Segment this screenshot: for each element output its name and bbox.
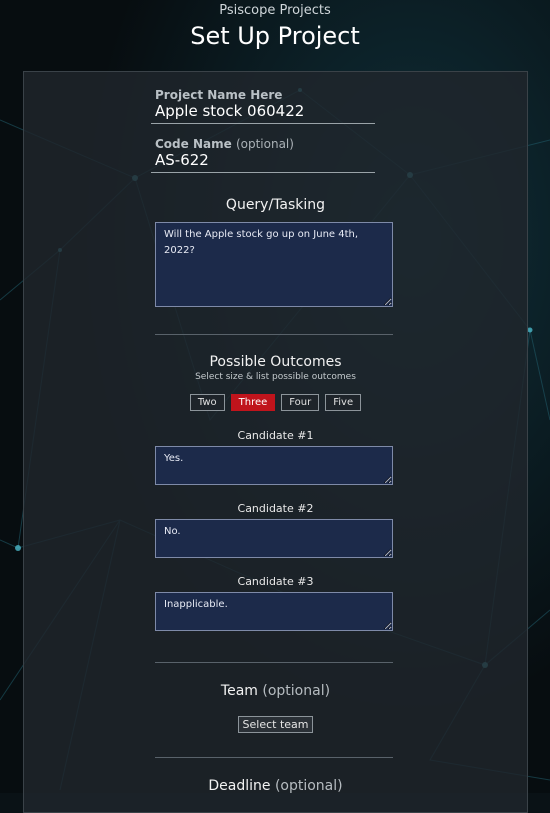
- code-name-input[interactable]: AS-622: [151, 151, 375, 173]
- size-three-button[interactable]: Three: [230, 394, 276, 411]
- deadline-title-text: Deadline: [208, 778, 271, 794]
- divider: [155, 334, 393, 335]
- candidate-2-label: Candidate #2: [237, 502, 314, 515]
- optional-hint: (optional): [262, 683, 331, 699]
- code-name-label: Code Name (optional): [151, 137, 375, 151]
- outcome-size-selector: Two Three Four Five: [24, 394, 527, 411]
- brand-name: Psiscope Projects: [219, 3, 331, 18]
- candidate-3-textarea[interactable]: Inapplicable.: [155, 592, 393, 631]
- code-name-label-text: Code Name: [155, 137, 232, 151]
- outcomes-subtitle: Select size & list possible outcomes: [195, 372, 356, 382]
- page-title: Set Up Project: [190, 22, 360, 50]
- candidate-1-textarea[interactable]: Yes.: [155, 446, 393, 485]
- project-name-field[interactable]: Project Name Here Apple stock 060422: [151, 88, 375, 124]
- code-name-field[interactable]: Code Name (optional) AS-622: [151, 137, 375, 173]
- divider: [155, 662, 393, 663]
- team-button-row: Select team: [24, 713, 527, 733]
- candidate-1-label: Candidate #1: [237, 429, 314, 442]
- setup-form-panel: Project Name Here Apple stock 060422 Cod…: [23, 71, 528, 813]
- divider: [155, 757, 393, 758]
- page-header: Psiscope Projects Set Up Project: [0, 0, 550, 50]
- query-title: Query/Tasking: [225, 197, 326, 213]
- candidate-3-label: Candidate #3: [237, 575, 314, 588]
- size-four-button[interactable]: Four: [281, 394, 320, 411]
- candidate-2-textarea[interactable]: No.: [155, 519, 393, 558]
- deadline-title: Deadline (optional): [24, 778, 527, 794]
- team-title: Team (optional): [24, 683, 527, 699]
- optional-hint: (optional): [274, 778, 343, 794]
- project-name-label: Project Name Here: [155, 88, 283, 102]
- query-textarea[interactable]: Will the Apple stock go up on June 4th, …: [155, 222, 393, 307]
- team-title-text: Team: [220, 683, 258, 699]
- optional-hint: (optional): [235, 137, 294, 151]
- size-five-button[interactable]: Five: [325, 394, 362, 411]
- size-two-button[interactable]: Two: [189, 394, 225, 411]
- outcomes-title: Possible Outcomes: [209, 354, 342, 370]
- project-name-input[interactable]: Apple stock 060422: [151, 102, 375, 124]
- select-team-button[interactable]: Select team: [237, 716, 314, 733]
